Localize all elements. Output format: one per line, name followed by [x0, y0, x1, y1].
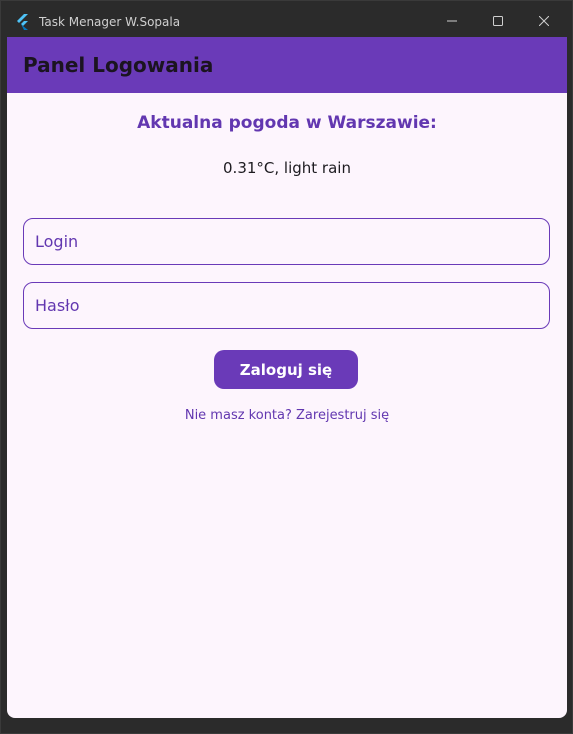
close-icon — [538, 13, 550, 31]
weather-value: 0.31°C, light rain — [223, 159, 351, 177]
minimize-button[interactable] — [429, 7, 475, 37]
login-panel: Panel Logowania Aktualna pogoda w Warsza… — [7, 37, 567, 718]
login-field[interactable] — [23, 218, 550, 265]
window-title: Task Menager W.Sopala — [39, 15, 181, 29]
close-button[interactable] — [521, 7, 567, 37]
maximize-icon — [493, 13, 503, 31]
minimize-icon — [447, 13, 457, 31]
app-bar: Panel Logowania — [7, 37, 567, 93]
app-window: Task Menager W.Sopala Panel Logowania Ak… — [0, 0, 573, 734]
register-link[interactable]: Nie masz konta? Zarejestruj się — [7, 408, 567, 423]
login-button[interactable]: Zaloguj się — [214, 350, 358, 389]
window-controls — [429, 7, 567, 37]
title-bar[interactable]: Task Menager W.Sopala — [7, 7, 567, 37]
page-title: Panel Logowania — [23, 53, 214, 77]
maximize-button[interactable] — [475, 7, 521, 37]
password-field[interactable] — [23, 282, 550, 329]
weather-heading: Aktualna pogoda w Warszawie: — [137, 113, 437, 133]
flutter-icon — [15, 14, 31, 30]
